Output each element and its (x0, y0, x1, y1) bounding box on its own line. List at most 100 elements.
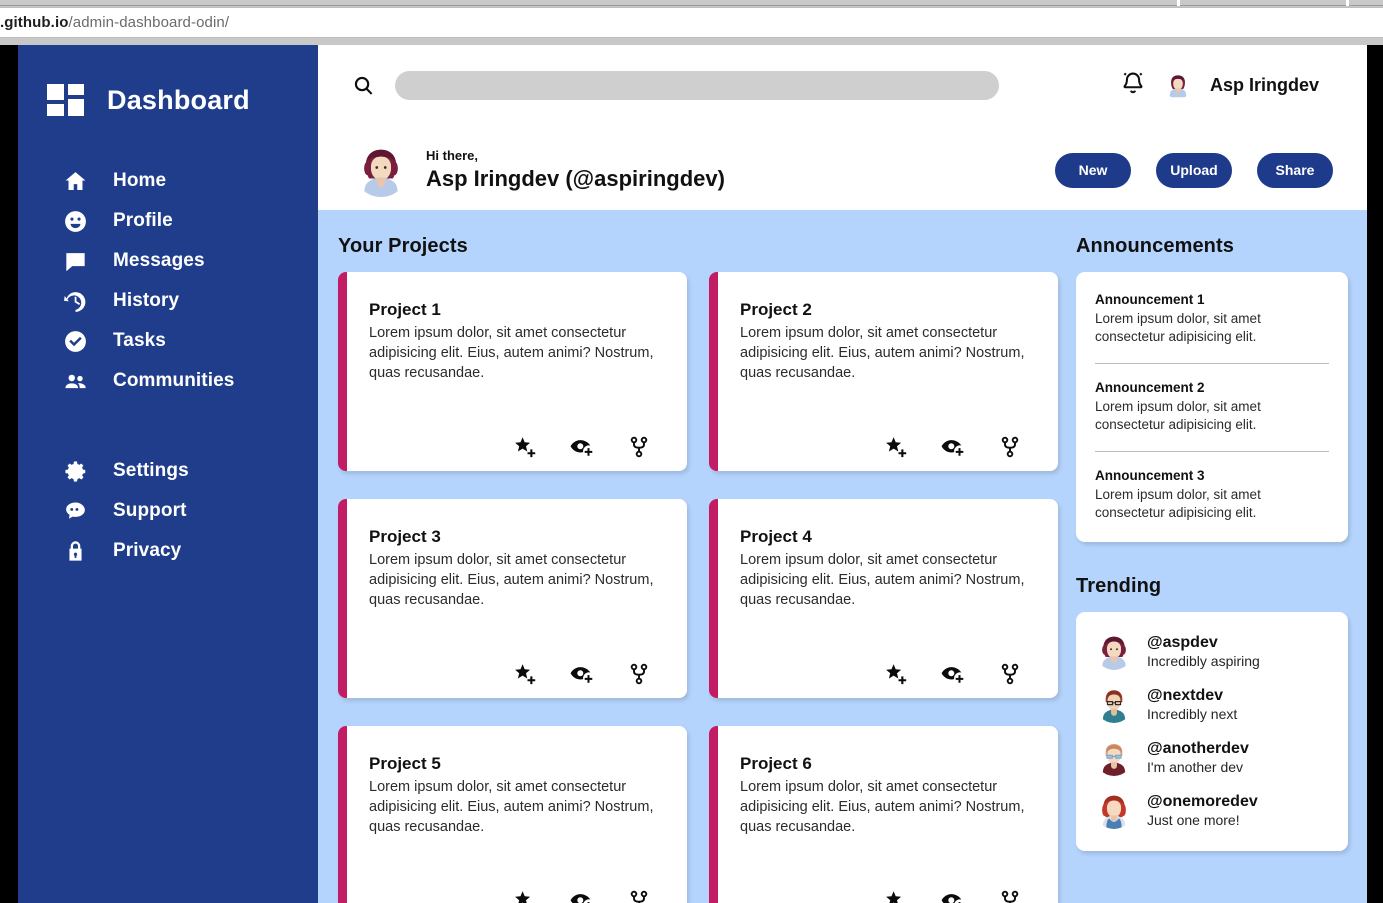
project-description: Lorem ipsum dolor, sit amet consectetur … (740, 779, 1025, 835)
trending-text: @onemoredev Just one more! (1147, 793, 1258, 828)
trending-handle: @anotherdev (1147, 739, 1249, 757)
project-card[interactable]: Project 5 Lorem ipsum dolor, sit amet co… (338, 726, 687, 903)
page-header: Asp Iringdev Hi there, Asp Iringdev (@as… (318, 45, 1367, 210)
star-plus-icon[interactable] (513, 662, 537, 686)
header-greeting-row: Hi there, Asp Iringdev (@aspiringdev) Ne… (318, 125, 1367, 209)
sidebar-item-history[interactable]: History (18, 281, 318, 321)
avatar[interactable] (1163, 71, 1192, 99)
avatar-onemoredev (1095, 791, 1133, 830)
avatar-nextdev (1095, 685, 1133, 724)
announcement-title: Announcement 1 (1095, 292, 1205, 307)
home-icon (62, 168, 88, 194)
address-bar[interactable]: .github.io/admin-dashboard-odin/ (0, 7, 1383, 38)
announcement-item[interactable]: Announcement 2 Lorem ipsum dolor, sit am… (1095, 380, 1329, 434)
sidebar-item-settings[interactable]: Settings (18, 451, 318, 491)
project-title: Project 2 (740, 300, 812, 319)
profile-icon (62, 208, 88, 234)
fork-icon[interactable] (998, 435, 1022, 459)
sidebar-item-support-label: Support (113, 500, 187, 521)
upload-button[interactable]: Upload (1156, 152, 1232, 188)
search-icon[interactable] (348, 70, 378, 100)
sidebar-item-home[interactable]: Home (18, 161, 318, 201)
tab-gap-left (1177, 0, 1180, 6)
tabstrip-seam (0, 5, 1383, 6)
eye-plus-icon[interactable] (941, 435, 965, 459)
trending-item[interactable]: @nextdev Incredibly next (1095, 685, 1329, 724)
trending-tagline: I'm another dev (1147, 758, 1244, 775)
browser-tabstrip (0, 0, 1383, 6)
bell-icon[interactable] (1120, 70, 1146, 101)
fork-icon[interactable] (627, 662, 651, 686)
tasks-icon (62, 328, 88, 354)
fork-icon[interactable] (627, 889, 651, 903)
main-content: Your Projects Project 1 Lorem ipsum dolo… (318, 210, 1367, 903)
messages-icon (62, 248, 88, 274)
fork-icon[interactable] (998, 889, 1022, 903)
projects-heading: Your Projects (338, 235, 468, 257)
header-actions: New Upload Share (1055, 152, 1367, 188)
sidebar-item-privacy[interactable]: Privacy (18, 531, 318, 571)
announcement-body: Lorem ipsum dolor, sit amet consectetur … (1095, 311, 1261, 345)
eye-plus-icon[interactable] (570, 435, 594, 459)
greeting-text: Hi there, Asp Iringdev (@aspiringdev) (426, 148, 725, 192)
url-path: /admin-dashboard-odin/ (68, 14, 230, 31)
project-card[interactable]: Project 6 Lorem ipsum dolor, sit amet co… (709, 726, 1058, 903)
star-plus-icon[interactable] (884, 435, 908, 459)
trending-item[interactable]: @onemoredev Just one more! (1095, 791, 1329, 830)
search-input[interactable] (395, 70, 999, 100)
sidebar-item-messages[interactable]: Messages (18, 241, 318, 281)
fork-icon[interactable] (998, 662, 1022, 686)
eye-plus-icon[interactable] (941, 662, 965, 686)
url-domain: .github.io (0, 14, 69, 31)
projects-section: Your Projects Project 1 Lorem ipsum dolo… (338, 235, 1058, 903)
project-card[interactable]: Project 3 Lorem ipsum dolor, sit amet co… (338, 499, 687, 698)
project-card[interactable]: Project 4 Lorem ipsum dolor, sit amet co… (709, 499, 1058, 698)
project-card-actions (369, 435, 659, 459)
star-plus-icon[interactable] (513, 435, 537, 459)
trending-tagline: Just one more! (1147, 811, 1240, 828)
project-description: Lorem ipsum dolor, sit amet consectetur … (369, 552, 654, 608)
sidebar-logo[interactable]: Dashboard (18, 65, 318, 118)
header-account-area: Asp Iringdev (1120, 70, 1367, 101)
star-plus-icon[interactable] (884, 662, 908, 686)
project-description: Lorem ipsum dolor, sit amet consectetur … (740, 325, 1025, 381)
announcement-item[interactable]: Announcement 1 Lorem ipsum dolor, sit am… (1095, 292, 1329, 346)
project-card[interactable]: Project 1 Lorem ipsum dolor, sit amet co… (338, 272, 687, 471)
sidebar-item-communities[interactable]: Communities (18, 361, 318, 401)
trending-handle: @onemoredev (1147, 792, 1258, 810)
new-button[interactable]: New (1055, 152, 1131, 188)
account-name[interactable]: Asp Iringdev (1210, 75, 1319, 96)
fork-icon[interactable] (627, 435, 651, 459)
trending-heading: Trending (1076, 575, 1162, 598)
sidebar-item-tasks[interactable]: Tasks (18, 321, 318, 361)
project-title: Project 6 (740, 754, 812, 773)
gear-icon (62, 458, 88, 484)
greeting-small: Hi there, (426, 148, 479, 163)
star-plus-icon[interactable] (884, 889, 908, 903)
eye-plus-icon[interactable] (570, 889, 594, 903)
sidebar-item-profile[interactable]: Profile (18, 201, 318, 241)
sidebar-item-privacy-label: Privacy (113, 540, 182, 561)
greeting-name: Asp Iringdev (@aspiringdev) (426, 166, 725, 191)
trending-item[interactable]: @aspdev Incredibly aspiring (1095, 632, 1329, 671)
project-card[interactable]: Project 2 Lorem ipsum dolor, sit amet co… (709, 272, 1058, 471)
sidebar-item-settings-label: Settings (113, 460, 189, 481)
sidebar-secondary-nav: Settings Support Privacy (18, 451, 318, 571)
trending-text: @nextdev Incredibly next (1147, 687, 1237, 722)
announcements-heading: Announcements (1076, 235, 1234, 257)
eye-plus-icon[interactable] (570, 662, 594, 686)
history-icon (62, 288, 88, 314)
announcement-separator (1095, 451, 1329, 453)
announcement-title: Announcement 2 (1095, 380, 1205, 396)
project-card-actions (369, 889, 659, 903)
eye-plus-icon[interactable] (941, 889, 965, 903)
sidebar-item-support[interactable]: Support (18, 491, 318, 531)
project-grid: Project 1 Lorem ipsum dolor, sit amet co… (338, 272, 1058, 903)
trending-item[interactable]: @anotherdev I'm another dev (1095, 738, 1329, 777)
sidebar-panels: Announcements Announcement 1 Lorem ipsum… (1076, 235, 1348, 903)
trending-tagline: Incredibly next (1147, 705, 1238, 722)
trending-handle: @nextdev (1147, 686, 1224, 704)
star-plus-icon[interactable] (513, 889, 537, 903)
share-button[interactable]: Share (1257, 152, 1333, 188)
announcement-item[interactable]: Announcement 3 Lorem ipsum dolor, sit am… (1095, 468, 1329, 522)
